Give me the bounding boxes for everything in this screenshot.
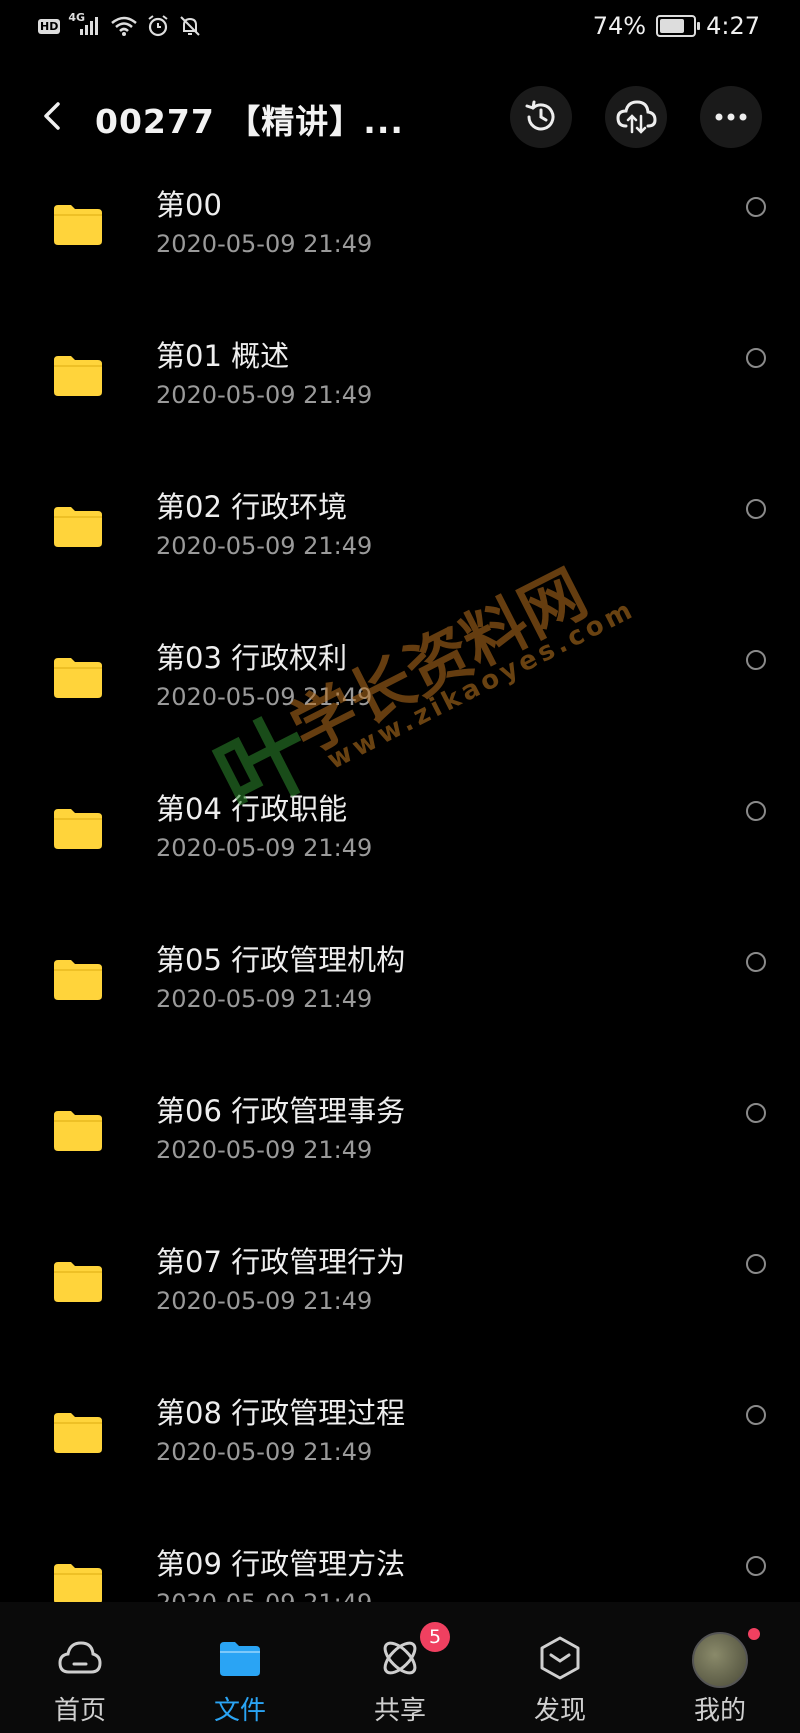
page-title: 00277 【精讲】...: [95, 102, 404, 141]
file-name: 第05 行政管理机构: [156, 943, 406, 977]
file-list: 第00 2020-05-09 21:49 第01 概述 2020-05-09 21:4…: [0, 162, 800, 1602]
nav-share[interactable]: 共享: [320, 1602, 480, 1733]
discover-box-icon: [540, 1636, 580, 1680]
file-date: 2020-05-09 21:49: [156, 834, 373, 862]
folder-icon: [54, 809, 102, 849]
file-name: 第02 行政环境: [156, 490, 348, 524]
file-date: 2020-05-09 21:49: [156, 381, 373, 409]
folder-icon: [54, 1111, 102, 1151]
cloud-transfer-icon: [616, 100, 657, 134]
select-radio[interactable]: [746, 1556, 766, 1576]
file-date: 2020-05-09 21:49: [156, 683, 373, 711]
history-button[interactable]: [510, 86, 572, 148]
status-bar: HD 4G 74% 4:27: [0, 0, 800, 56]
list-item[interactable]: 第00 2020-05-09 21:49: [0, 162, 800, 313]
folder-icon: [220, 1642, 260, 1676]
list-item[interactable]: 第06 行政管理事务 2020-05-09 21:49: [0, 1068, 800, 1219]
select-radio[interactable]: [746, 499, 766, 519]
file-name: 第06 行政管理事务: [156, 1094, 406, 1128]
file-name: 第01 概述: [156, 339, 290, 373]
back-arrow-icon[interactable]: [36, 98, 72, 134]
nav-home[interactable]: 首页: [0, 1602, 160, 1733]
list-item[interactable]: 第02 行政环境 2020-05-09 21:49: [0, 464, 800, 615]
list-item[interactable]: 第03 行政权利 2020-05-09 21:49: [0, 615, 800, 766]
list-item[interactable]: 第05 行政管理机构 2020-05-09 21:49: [0, 917, 800, 1068]
folder-icon: [54, 658, 102, 698]
clock: 4:27: [706, 12, 760, 40]
file-date: 2020-05-09 21:49: [156, 1589, 372, 1602]
file-date: 2020-05-09 21:49: [156, 985, 373, 1013]
select-radio[interactable]: [746, 801, 766, 821]
list-item[interactable]: 第04 行政职能 2020-05-09 21:49: [0, 766, 800, 917]
bottom-nav: 首页 文件 共享 5 发现 我的: [0, 1602, 800, 1733]
battery-fill: [660, 19, 684, 33]
file-name: 第04 行政职能: [156, 792, 348, 826]
nav-files[interactable]: 文件: [160, 1602, 320, 1733]
nav-discover-label: 发现: [533, 1696, 586, 1726]
header: 00277 【精讲】...: [0, 70, 800, 162]
more-icon: [715, 113, 747, 121]
file-date: 2020-05-09 21:49: [156, 1287, 373, 1315]
battery-percent: 74%: [592, 12, 647, 40]
mute-icon: [180, 16, 201, 36]
cloud-home-icon: [58, 1641, 102, 1674]
4g-signal-icon: 4G: [68, 11, 102, 37]
share-orbit-icon: [383, 1641, 417, 1675]
file-name: 第08 行政管理过程: [156, 1396, 406, 1430]
cloud-transfer-button[interactable]: [605, 86, 667, 148]
folder-icon: [54, 1413, 102, 1453]
nav-discover[interactable]: 发现: [480, 1602, 640, 1733]
nav-files-label: 文件: [213, 1696, 266, 1726]
nav-home-label: 首页: [53, 1696, 106, 1726]
nav-me-label: 我的: [693, 1696, 746, 1726]
wifi-icon: [111, 16, 138, 36]
battery-icon: [656, 15, 701, 37]
file-name: 第00: [156, 188, 222, 222]
file-date: 2020-05-09 21:49: [156, 1438, 373, 1466]
file-name: 第09 行政管理方法: [156, 1547, 406, 1581]
select-radio[interactable]: [746, 650, 766, 670]
folder-icon: [54, 1564, 102, 1602]
nav-share-label: 共享: [373, 1696, 426, 1726]
file-name: 第07 行政管理行为: [156, 1245, 406, 1279]
select-radio[interactable]: [746, 1405, 766, 1425]
avatar[interactable]: [692, 1632, 748, 1688]
select-radio[interactable]: [746, 197, 766, 217]
list-item[interactable]: 第08 行政管理过程 2020-05-09 21:49: [0, 1370, 800, 1521]
file-date: 2020-05-09 21:49: [156, 230, 373, 258]
select-radio[interactable]: [746, 1254, 766, 1274]
select-radio[interactable]: [746, 348, 766, 368]
list-item[interactable]: 第07 行政管理行为 2020-05-09 21:49: [0, 1219, 800, 1370]
folder-icon: [54, 960, 102, 1000]
share-count-badge: 5: [420, 1622, 450, 1652]
more-button[interactable]: [700, 86, 762, 148]
hd-icon: HD: [38, 18, 61, 34]
folder-icon: [54, 205, 102, 245]
file-name: 第03 行政权利: [156, 641, 348, 675]
folder-icon: [54, 1262, 102, 1302]
notification-dot: [748, 1628, 760, 1640]
folder-icon: [54, 356, 102, 396]
alarm-icon: [148, 15, 168, 37]
select-radio[interactable]: [746, 1103, 766, 1123]
list-item[interactable]: 第01 概述 2020-05-09 21:49: [0, 313, 800, 464]
history-icon: [525, 100, 555, 131]
file-date: 2020-05-09 21:49: [156, 532, 373, 560]
folder-icon: [54, 507, 102, 547]
list-item[interactable]: 第09 行政管理方法 2020-05-09 21:49: [0, 1521, 800, 1602]
file-date: 2020-05-09 21:49: [156, 1136, 373, 1164]
select-radio[interactable]: [746, 952, 766, 972]
